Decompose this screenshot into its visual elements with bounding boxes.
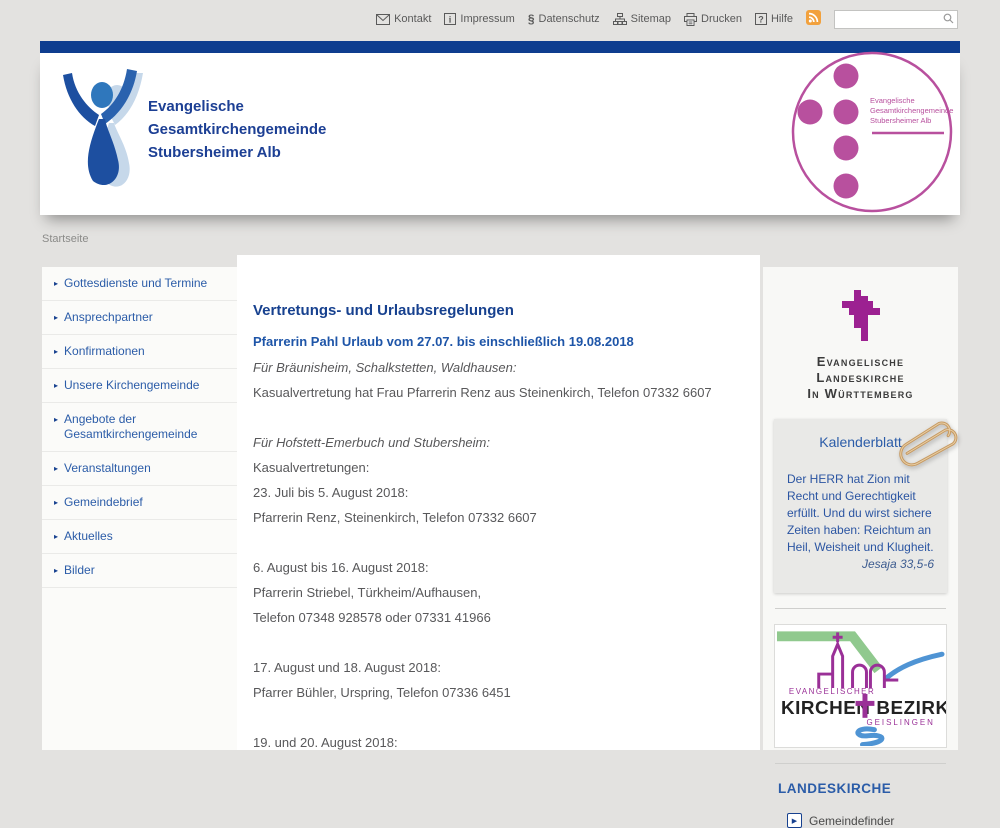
gemeindefinder-label: Gemeindefinder — [809, 814, 894, 828]
paragraph: Für Hofstett-Emerbuch und Stubersheim: — [253, 436, 744, 450]
printer-icon — [684, 13, 697, 26]
search-box — [834, 10, 958, 29]
paragraph: Pfarrerin Striebel, Türkheim/Aufhausen, — [253, 586, 744, 600]
article-body: Pfarrerin Pahl Urlaub vom 27.07. bis ein… — [253, 335, 744, 750]
svg-text:i: i — [449, 15, 452, 25]
help-icon: ? — [755, 13, 767, 25]
chevron-right-icon: ▸ — [54, 344, 58, 359]
kalenderblatt-verse: Der HERR hat Zion mit Recht und Gerechti… — [787, 471, 934, 556]
page-title: Vertretungs- und Urlaubsregelungen — [253, 302, 744, 319]
chevron-right-icon: ▸ — [54, 276, 58, 291]
gemeindefinder-link[interactable]: ▶ Gemeindefinder — [787, 813, 947, 828]
paragraph — [253, 536, 744, 550]
sidebar-menu-item[interactable]: ▸ Angebote der Gesamtkirchengemeinde — [42, 403, 237, 452]
sidebar-menu-label: Ansprechpartner — [64, 310, 153, 325]
kontakt-link[interactable]: Kontakt — [376, 13, 431, 25]
paragraph — [253, 411, 744, 425]
breadcrumb[interactable]: Startseite — [42, 233, 88, 245]
sitemap-icon — [613, 13, 627, 25]
paperclip-decoration — [895, 421, 973, 466]
kalenderblatt-source: Jesaja 33,5-6 — [787, 557, 934, 571]
sidebar-menu-label: Bilder — [64, 563, 95, 578]
right-sidebar: Evangelische Landeskirche In Württemberg… — [763, 267, 958, 750]
sidebar-menu-item[interactable]: ▸ Ansprechpartner — [42, 301, 237, 335]
kalenderblatt-widget: Kalenderblatt Der HERR hat Zion mit Rech… — [774, 419, 947, 593]
hilfe-link[interactable]: ? Hilfe — [755, 13, 793, 25]
paragraph: 17. August und 18. August 2018: — [253, 661, 744, 675]
paragraph: Kasualvertretungen: — [253, 461, 744, 475]
rss-icon[interactable] — [806, 10, 821, 28]
datenschutz-link[interactable]: § Datenschutz — [528, 12, 600, 26]
site-header: Evangelische Gesamtkirchengemeinde Stube… — [40, 53, 960, 215]
sidebar-menu-item[interactable]: ▸ Bilder — [42, 554, 237, 588]
paragraph — [253, 711, 744, 725]
paragraph: 6. August bis 16. August 2018: — [253, 561, 744, 575]
svg-text:Stubersheimer Alb: Stubersheimer Alb — [870, 116, 931, 125]
sidebar-menu-item[interactable]: ▸ Konfirmationen — [42, 335, 237, 369]
main-content: Vertretungs- und Urlaubsregelungen Pfarr… — [237, 255, 760, 750]
top-utility-bar: Kontakt i Impressum § Datenschutz Sitema… — [0, 0, 1000, 38]
sidebar-menu-label: Unsere Kirchengemeinde — [64, 378, 199, 393]
left-sidebar: ▸ Gottesdienste und Termine ▸ Ansprechpa… — [42, 267, 237, 750]
paragraph: Pfarrer Bühler, Urspring, Telefon 07336 … — [253, 686, 744, 700]
landeskirche-heading: LANDESKIRCHE — [778, 781, 947, 796]
chevron-right-icon: ▸ — [54, 495, 58, 510]
svg-text:?: ? — [758, 15, 764, 25]
chevron-right-icon: ▸ — [54, 461, 58, 476]
church-figure-logo — [58, 69, 144, 196]
sidebar-menu-item[interactable]: ▸ Unsere Kirchengemeinde — [42, 369, 237, 403]
chevron-right-icon: ▸ — [54, 563, 58, 578]
info-icon: i — [444, 13, 456, 25]
sidebar-menu-item[interactable]: ▸ Veranstaltungen — [42, 452, 237, 486]
sitemap-link[interactable]: Sitemap — [613, 13, 671, 25]
chevron-right-icon: ▸ — [54, 529, 58, 544]
sidebar-menu-label: Aktuelles — [64, 529, 113, 544]
sidebar-menu-label: Gemeindebrief — [64, 495, 143, 510]
section-sign-icon: § — [528, 12, 535, 26]
gesamtkirchengemeinde-seal-logo: Evangelische Gesamtkirchengemeinde Stube… — [784, 49, 956, 224]
chevron-right-icon: ▸ — [54, 310, 58, 325]
impressum-link[interactable]: i Impressum — [444, 13, 514, 25]
divider — [775, 608, 946, 609]
landeskirche-caption: Evangelische Landeskirche In Württemberg — [774, 354, 947, 402]
paragraph: Für Bräunisheim, Schalkstetten, Waldhaus… — [253, 361, 744, 375]
envelope-icon — [376, 14, 390, 25]
svg-text:GEISLINGEN: GEISLINGEN — [866, 718, 934, 727]
search-icon[interactable] — [943, 13, 954, 27]
paragraph: Pfarrerin Pahl Urlaub vom 27.07. bis ein… — [253, 335, 744, 349]
chevron-right-icon: ▸ — [54, 378, 58, 393]
sidebar-menu-label: Angebote der Gesamtkirchengemeinde — [64, 412, 229, 442]
play-arrow-icon: ▶ — [787, 813, 802, 828]
main-menu: ▸ Gottesdienste und Termine ▸ Ansprechpa… — [42, 267, 237, 588]
sidebar-menu-item[interactable]: ▸ Gottesdienste und Termine — [42, 267, 237, 301]
chevron-right-icon: ▸ — [54, 412, 58, 427]
sidebar-menu-label: Konfirmationen — [64, 344, 145, 359]
svg-text:EVANGELISCHER: EVANGELISCHER — [789, 687, 875, 696]
site-title: Evangelische Gesamtkirchengemeinde Stube… — [148, 95, 326, 164]
sidebar-menu-label: Gottesdienste und Termine — [64, 276, 207, 291]
drucken-link[interactable]: Drucken — [684, 13, 742, 26]
svg-text:BEZIRK: BEZIRK — [876, 698, 946, 719]
sidebar-menu-item[interactable]: ▸ Gemeindebrief — [42, 486, 237, 520]
kirchenbezirk-geislingen-logo[interactable]: EVANGELISCHER KIRCHEN BEZIRK GEISLINGEN — [774, 624, 947, 748]
paragraph: 23. Juli bis 5. August 2018: — [253, 486, 744, 500]
search-input[interactable] — [834, 10, 958, 29]
paragraph: Kasualvertretung hat Frau Pfarrerin Renz… — [253, 386, 744, 400]
sidebar-menu-label: Veranstaltungen — [64, 461, 151, 476]
paragraph: 19. und 20. August 2018: — [253, 736, 744, 750]
svg-text:Gesamtkirchengemeinde: Gesamtkirchengemeinde — [870, 106, 953, 115]
paragraph: Pfarrerin Renz, Steinenkirch, Telefon 07… — [253, 511, 744, 525]
landeskirche-cross-icon — [840, 287, 882, 348]
paragraph: Telefon 07348 928578 oder 07331 41966 — [253, 611, 744, 625]
divider — [775, 763, 946, 764]
sidebar-menu-item[interactable]: ▸ Aktuelles — [42, 520, 237, 554]
paragraph — [253, 636, 744, 650]
svg-text:Evangelische: Evangelische — [870, 96, 915, 105]
